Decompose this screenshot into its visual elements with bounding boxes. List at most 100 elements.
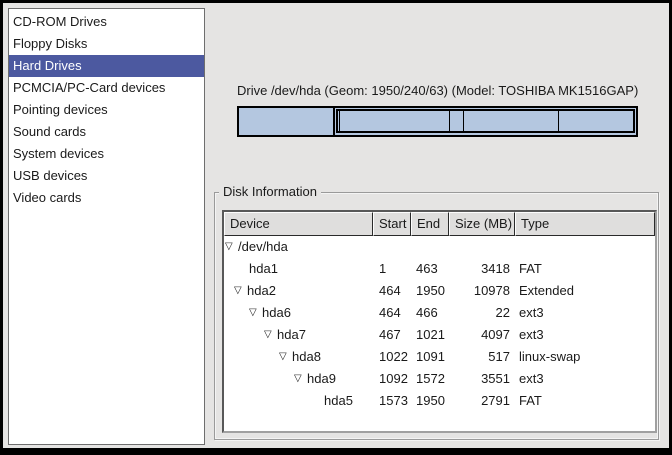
column-header-device[interactable]: Device xyxy=(224,212,373,236)
type-cell: Extended xyxy=(515,280,655,302)
logical-partition-divider xyxy=(463,111,464,131)
type-cell: FAT xyxy=(515,258,655,280)
sidebar-item-floppy-disks[interactable]: Floppy Disks xyxy=(9,33,204,55)
column-header-size[interactable]: Size (MB) xyxy=(449,212,515,236)
sidebar-item-label: System devices xyxy=(13,146,104,161)
table-row[interactable]: ▽hda2464195010978Extended xyxy=(224,280,655,302)
end-cell: 1091 xyxy=(411,346,449,368)
frame-title: Disk Information xyxy=(219,184,321,200)
primary-partition-divider xyxy=(333,108,335,135)
start-cell: 1573 xyxy=(373,390,411,412)
device-name: hda2 xyxy=(247,280,276,302)
column-header-start[interactable]: Start xyxy=(373,212,411,236)
drive-label: Drive /dev/hda (Geom: 1950/240/63) (Mode… xyxy=(237,82,638,99)
expander-triangle-icon[interactable]: ▽ xyxy=(264,330,277,340)
device-name: hda5 xyxy=(324,390,353,412)
start-cell: 464 xyxy=(373,302,411,324)
size-cell: 517 xyxy=(449,346,515,368)
device-cell: ▽hda9 xyxy=(224,368,373,390)
table-row[interactable]: ▽hda9109215723551ext3 xyxy=(224,368,655,390)
sidebar-item-label: Sound cards xyxy=(13,124,86,139)
main-panel: CD-ROM Drives Floppy Disks Hard Drives P… xyxy=(3,3,669,448)
sidebar-item-label: Hard Drives xyxy=(13,58,82,73)
sidebar-item-label: Pointing devices xyxy=(13,102,108,117)
type-cell: ext3 xyxy=(515,368,655,390)
sidebar-item-system-devices[interactable]: System devices xyxy=(9,143,204,165)
size-cell: 22 xyxy=(449,302,515,324)
start-cell: 1092 xyxy=(373,368,411,390)
expander-triangle-icon[interactable]: ▽ xyxy=(249,308,262,318)
sidebar-item-cdrom-drives[interactable]: CD-ROM Drives xyxy=(9,11,204,33)
table-row[interactable]: hda5 157319502791FAT xyxy=(224,390,655,412)
sidebar-item-pcmcia-devices[interactable]: PCMCIA/PC-Card devices xyxy=(9,77,204,99)
table-row[interactable]: ▽hda810221091517linux-swap xyxy=(224,346,655,368)
device-cell: hda1 xyxy=(224,258,373,280)
logical-partition-divider xyxy=(339,111,340,131)
type-cell: FAT xyxy=(515,390,655,412)
device-cell: ▽/dev/hda xyxy=(224,236,373,258)
partition-bar xyxy=(237,106,638,137)
device-cell: ▽hda2 xyxy=(224,280,373,302)
device-cell: ▽hda8 xyxy=(224,346,373,368)
size-cell: 10978 xyxy=(449,280,515,302)
end-cell: 466 xyxy=(411,302,449,324)
sidebar-item-label: PCMCIA/PC-Card devices xyxy=(13,80,165,95)
sidebar-item-usb-devices[interactable]: USB devices xyxy=(9,165,204,187)
disk-information-frame: Disk Information Device Start End Size (… xyxy=(214,192,659,440)
size-cell: 3418 xyxy=(449,258,515,280)
sidebar-item-video-cards[interactable]: Video cards xyxy=(9,187,204,209)
table-row[interactable]: ▽hda646446622ext3 xyxy=(224,302,655,324)
expander-triangle-icon[interactable]: ▽ xyxy=(294,374,307,384)
device-cell: ▽hda7 xyxy=(224,324,373,346)
sidebar-item-pointing-devices[interactable]: Pointing devices xyxy=(9,99,204,121)
start-cell xyxy=(373,236,411,258)
device-name: hda8 xyxy=(292,346,321,368)
disk-table-header: Device Start End Size (MB) Type xyxy=(224,212,655,236)
expander-triangle-icon[interactable]: ▽ xyxy=(234,286,247,296)
type-cell: ext3 xyxy=(515,302,655,324)
end-cell: 1021 xyxy=(411,324,449,346)
type-cell: linux-swap xyxy=(515,346,655,368)
size-cell xyxy=(449,236,515,258)
end-cell: 1950 xyxy=(411,280,449,302)
device-cell: hda5 xyxy=(224,390,373,412)
type-cell xyxy=(515,236,655,258)
hardware-browser-window: CD-ROM Drives Floppy Disks Hard Drives P… xyxy=(0,0,672,455)
end-cell: 1572 xyxy=(411,368,449,390)
start-cell: 464 xyxy=(373,280,411,302)
device-name: hda9 xyxy=(307,368,336,390)
extended-partition-box xyxy=(336,109,635,133)
table-row[interactable]: ▽/dev/hda xyxy=(224,236,655,258)
device-name: /dev/hda xyxy=(238,236,288,258)
end-cell: 1950 xyxy=(411,390,449,412)
sidebar-item-label: USB devices xyxy=(13,168,87,183)
device-cell: ▽hda6 xyxy=(224,302,373,324)
sidebar-item-sound-cards[interactable]: Sound cards xyxy=(9,121,204,143)
device-name: hda1 xyxy=(249,258,278,280)
size-cell: 2791 xyxy=(449,390,515,412)
size-cell: 3551 xyxy=(449,368,515,390)
device-category-list: CD-ROM Drives Floppy Disks Hard Drives P… xyxy=(8,8,205,445)
column-header-type[interactable]: Type xyxy=(515,212,655,236)
sidebar-item-label: CD-ROM Drives xyxy=(13,14,107,29)
column-header-end[interactable]: End xyxy=(411,212,449,236)
table-row[interactable]: hda1 14633418FAT xyxy=(224,258,655,280)
sidebar-item-label: Video cards xyxy=(13,190,81,205)
table-row[interactable]: ▽hda746710214097ext3 xyxy=(224,324,655,346)
disk-table: Device Start End Size (MB) Type ▽/dev/hd… xyxy=(222,210,657,433)
logical-partition-divider xyxy=(449,111,450,131)
end-cell xyxy=(411,236,449,258)
logical-partition-divider xyxy=(558,111,559,131)
end-cell: 463 xyxy=(411,258,449,280)
expander-triangle-icon[interactable]: ▽ xyxy=(279,352,292,362)
size-cell: 4097 xyxy=(449,324,515,346)
sidebar-item-hard-drives[interactable]: Hard Drives xyxy=(9,55,204,77)
start-cell: 467 xyxy=(373,324,411,346)
type-cell: ext3 xyxy=(515,324,655,346)
start-cell: 1 xyxy=(373,258,411,280)
sidebar-item-label: Floppy Disks xyxy=(13,36,87,51)
disk-table-body: ▽/dev/hdahda114633418FAT▽hda246419501097… xyxy=(224,236,655,412)
device-name: hda6 xyxy=(262,302,291,324)
expander-triangle-icon[interactable]: ▽ xyxy=(225,242,238,252)
device-name: hda7 xyxy=(277,324,306,346)
